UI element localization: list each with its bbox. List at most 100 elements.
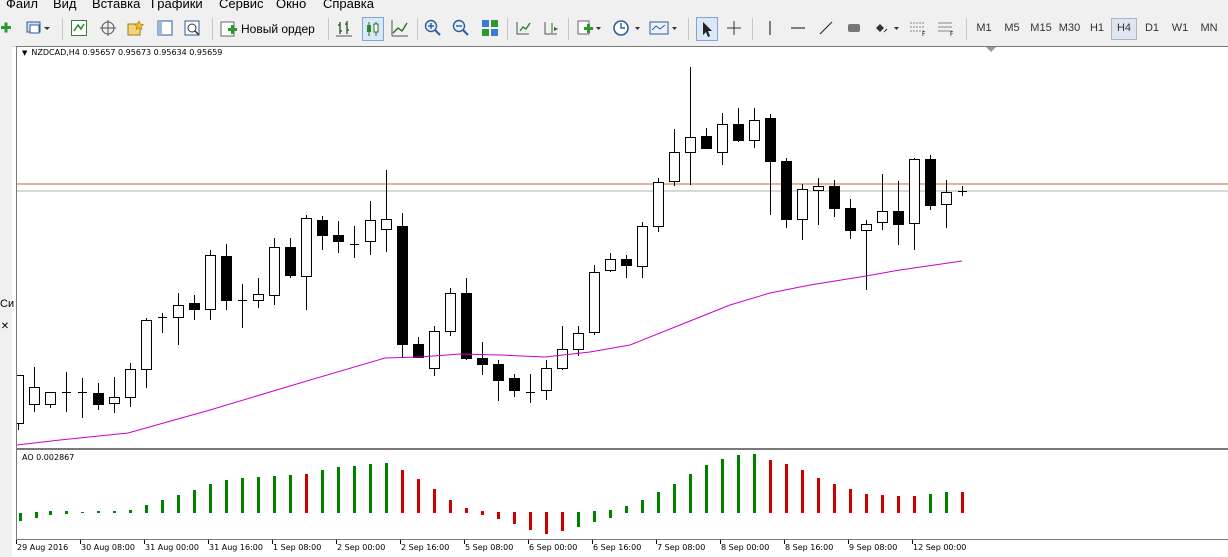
ao-bar — [369, 464, 372, 513]
candle-body — [861, 224, 872, 231]
candle-body — [717, 124, 728, 153]
candle-body — [845, 208, 856, 231]
ao-bar — [897, 496, 900, 513]
candle-body — [941, 192, 952, 205]
candle-body — [509, 378, 520, 391]
candle-body — [317, 220, 328, 236]
candle-body — [477, 358, 488, 365]
moving-average-line — [17, 260, 963, 446]
candle-body — [797, 189, 808, 220]
candle-body — [765, 118, 776, 162]
ao-bar — [913, 496, 916, 513]
time-label: 8 Sep 16:00 — [785, 543, 834, 552]
ao-bar — [257, 477, 260, 513]
ao-bar — [481, 511, 484, 515]
candle-body — [253, 294, 264, 301]
ao-bar — [161, 500, 164, 513]
ao-bar — [881, 495, 884, 513]
ao-bar — [465, 508, 468, 513]
ao-bar — [545, 512, 548, 534]
ao-bar — [209, 484, 212, 513]
candle-body — [221, 256, 232, 301]
chart-menu-arrow-icon[interactable]: ▼ — [22, 49, 27, 57]
candle-body — [29, 387, 40, 405]
ao-bar — [177, 495, 180, 513]
ao-bar — [641, 500, 644, 513]
ao-bar — [513, 512, 516, 524]
candle-body — [781, 161, 792, 220]
candle-body — [829, 186, 840, 209]
ao-bar — [609, 510, 612, 518]
ao-bar — [417, 479, 420, 513]
ao-bar — [385, 463, 388, 513]
candle-body — [301, 218, 312, 277]
time-label: 7 Sep 08:00 — [657, 543, 706, 552]
chart-header: ▼ NZDCAD,H4 0.95657 0.95673 0.95634 0.956… — [22, 48, 222, 57]
candle-body — [685, 137, 696, 153]
ao-bar — [689, 474, 692, 513]
ao-bar — [289, 475, 292, 513]
candle-body — [109, 397, 120, 404]
time-axis: 29 Aug 2016 30 Aug 08:00 31 Aug 00:00 31… — [16, 540, 1228, 557]
candle-body — [701, 136, 712, 149]
candle-body — [605, 259, 616, 271]
time-label: 2 Sep 16:00 — [401, 543, 450, 552]
time-label: 29 Aug 2016 — [17, 543, 69, 552]
candle-body — [285, 247, 296, 276]
ao-bar — [529, 512, 532, 530]
ao-bar — [35, 512, 38, 518]
time-label: 6 Sep 16:00 — [593, 543, 642, 552]
ao-label: AO 0.002867 — [22, 453, 75, 462]
ao-bar — [785, 464, 788, 513]
candle-body — [573, 333, 584, 350]
chart-drawing — [17, 47, 1228, 534]
candle-body — [877, 211, 888, 223]
ao-bar — [801, 470, 804, 513]
chart-shift-marker-icon — [986, 47, 996, 52]
ao-bar — [145, 505, 148, 513]
ao-bar — [961, 492, 964, 513]
ao-bar — [945, 492, 948, 513]
candle-body — [493, 364, 504, 381]
ao-bar — [81, 512, 84, 513]
ao-bar — [321, 470, 324, 513]
candle-body — [909, 159, 920, 224]
candle-body — [93, 393, 104, 405]
time-label: 31 Aug 16:00 — [209, 543, 263, 552]
time-label: 30 Aug 08:00 — [81, 543, 135, 552]
time-label: 1 Sep 08:00 — [273, 543, 322, 552]
candle-body — [125, 369, 136, 398]
ao-bar — [561, 512, 564, 531]
candle-body — [637, 226, 648, 267]
ao-bar — [497, 512, 500, 519]
ao-bar — [705, 465, 708, 513]
ao-bar — [721, 459, 724, 513]
ao-bar — [49, 511, 52, 515]
candle-body — [365, 220, 376, 242]
ao-bar — [865, 494, 868, 513]
price-plot — [17, 67, 1228, 446]
ao-bar — [97, 511, 100, 513]
ao-bar — [113, 511, 116, 513]
candle-body — [189, 303, 200, 310]
candle-body — [925, 159, 936, 206]
ao-bar — [737, 455, 740, 513]
candle-body — [557, 349, 568, 369]
candle-body — [669, 152, 680, 182]
ao-bar — [273, 476, 276, 513]
candle-body — [589, 272, 600, 333]
candle-body — [141, 320, 152, 370]
ao-bar — [65, 511, 68, 514]
ao-bar — [817, 478, 820, 513]
candle-body — [541, 368, 552, 391]
candle-body — [461, 293, 472, 359]
candle-body — [333, 235, 344, 242]
time-label: 12 Sep 00:00 — [913, 543, 967, 552]
candle-body — [381, 219, 392, 230]
candle-body — [45, 392, 56, 405]
time-label: 6 Sep 00:00 — [529, 543, 578, 552]
ao-bar — [593, 511, 596, 522]
ao-bar — [753, 454, 756, 513]
candle-body — [413, 344, 424, 358]
ao-bar — [833, 484, 836, 513]
